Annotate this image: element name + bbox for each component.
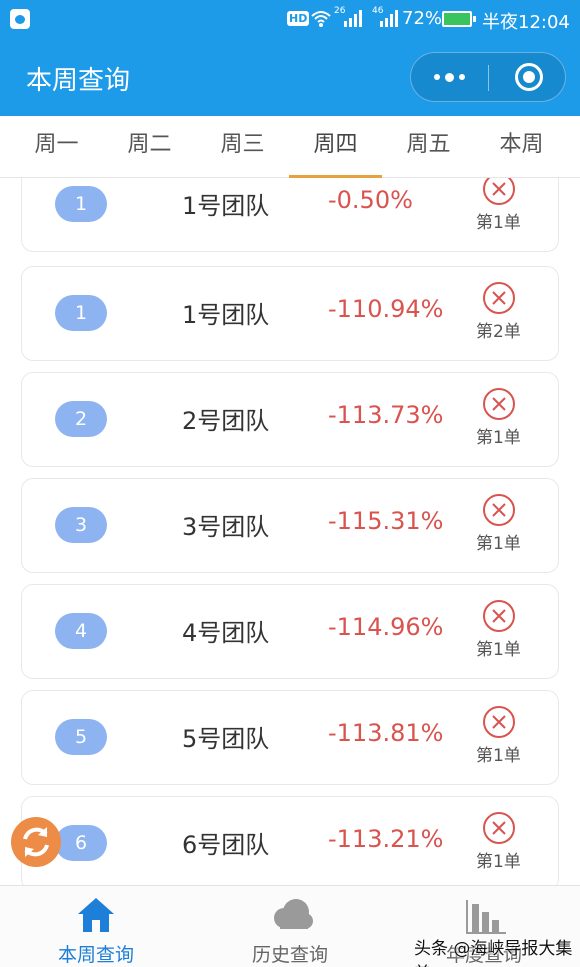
dot-icon xyxy=(433,74,440,80)
order-label: 第2单 xyxy=(476,322,521,342)
refresh-button[interactable] xyxy=(11,817,61,867)
close-circle-icon[interactable] xyxy=(482,599,516,633)
signal-icon xyxy=(344,10,362,27)
bar-chart-icon xyxy=(466,900,506,934)
more-menu-button[interactable] xyxy=(411,53,487,101)
rank-badge: 4 xyxy=(55,613,107,649)
title-bar: 本周查询 xyxy=(0,38,580,116)
refresh-icon xyxy=(23,827,49,857)
wifi-icon xyxy=(311,11,331,27)
rank-badge: 6 xyxy=(55,825,107,861)
order-label: 第1单 xyxy=(476,640,521,660)
team-name: 2号团队 xyxy=(182,407,270,435)
percent-value: -113.73% xyxy=(328,401,444,429)
order-label: 第1单 xyxy=(476,213,521,233)
team-name: 3号团队 xyxy=(182,513,270,541)
close-circle-icon[interactable] xyxy=(482,705,516,739)
nav-label: 历史查询 xyxy=(251,944,328,966)
order-label: 第1单 xyxy=(476,852,521,872)
percent-value: -114.96% xyxy=(328,613,444,641)
watermark: 头条 @海峡导报大集美 xyxy=(414,939,573,967)
list-item[interactable]: 1 1号团队 -0.50% 第1单 xyxy=(21,178,559,252)
list-item[interactable]: 1 1号团队 -110.94% 第2单 xyxy=(21,266,559,361)
close-circle-icon[interactable] xyxy=(482,493,516,527)
rank-badge: 2 xyxy=(55,401,107,437)
nav-label: 本周查询 xyxy=(57,944,134,966)
order-label: 第1单 xyxy=(476,534,521,554)
close-circle-icon[interactable] xyxy=(482,387,516,421)
list-item[interactable]: 2 2号团队 -113.73% 第1单 xyxy=(21,372,559,467)
close-circle-icon[interactable] xyxy=(482,178,516,206)
tab-wednesday[interactable]: 周三 xyxy=(196,116,289,178)
clock: 半夜12:04 xyxy=(482,12,570,33)
battery-icon xyxy=(442,11,476,27)
dot-icon xyxy=(458,74,465,80)
nav-this-week[interactable]: 本周查询 xyxy=(21,886,171,967)
tab-monday[interactable]: 周一 xyxy=(10,116,103,178)
hd-badge: HD xyxy=(287,11,310,26)
close-circle-icon[interactable] xyxy=(482,811,516,845)
percent-value: -110.94% xyxy=(328,295,444,323)
list-item[interactable]: 6 6号团队 -113.21% 第1单 xyxy=(21,796,559,885)
tab-thursday[interactable]: 周四 xyxy=(289,116,382,178)
team-name: 4号团队 xyxy=(182,619,270,647)
cloud-icon xyxy=(274,899,313,929)
rank-badge: 1 xyxy=(55,186,107,222)
order-label: 第1单 xyxy=(476,428,521,448)
page-title: 本周查询 xyxy=(26,66,131,96)
tab-tuesday[interactable]: 周二 xyxy=(103,116,196,178)
nav-history[interactable]: 历史查询 xyxy=(215,886,365,967)
list-item[interactable]: 3 3号团队 -115.31% 第1单 xyxy=(21,478,559,573)
signal-icon-2 xyxy=(380,10,398,27)
list-item[interactable]: 5 5号团队 -113.81% 第1单 xyxy=(21,690,559,785)
tab-this-week[interactable]: 本周 xyxy=(475,116,568,178)
tab-friday[interactable]: 周五 xyxy=(382,116,475,178)
list-item[interactable]: 4 4号团队 -114.96% 第1单 xyxy=(21,584,559,679)
percent-value: -0.50% xyxy=(328,186,413,214)
team-name: 5号团队 xyxy=(182,725,270,753)
status-bar: HD 26 46 72% 半夜12:04 xyxy=(0,0,580,38)
percent-value: -113.21% xyxy=(328,825,444,853)
team-name: 1号团队 xyxy=(182,192,270,220)
weekday-tabs: 周一 周二 周三 周四 周五 本周 xyxy=(0,116,580,178)
capsule-divider xyxy=(488,65,489,91)
rank-badge: 3 xyxy=(55,507,107,543)
ranking-list: 1 1号团队 -0.50% 第1单 1 1号团队 -110.94% 第2单 2 … xyxy=(0,178,580,885)
rank-badge: 1 xyxy=(55,295,107,331)
team-name: 6号团队 xyxy=(182,831,270,859)
close-circle-icon[interactable] xyxy=(482,281,516,315)
mini-program-capsule xyxy=(410,52,566,102)
rank-badge: 5 xyxy=(55,719,107,755)
percent-value: -115.31% xyxy=(328,507,444,535)
battery-percent: 72% xyxy=(402,8,443,29)
order-label: 第1单 xyxy=(476,746,521,766)
close-target-icon[interactable] xyxy=(515,63,543,91)
baidu-paw-icon xyxy=(10,9,30,29)
team-name: 1号团队 xyxy=(182,301,270,329)
home-icon xyxy=(78,898,114,932)
percent-value: -113.81% xyxy=(328,719,444,747)
dot-icon xyxy=(444,72,454,82)
